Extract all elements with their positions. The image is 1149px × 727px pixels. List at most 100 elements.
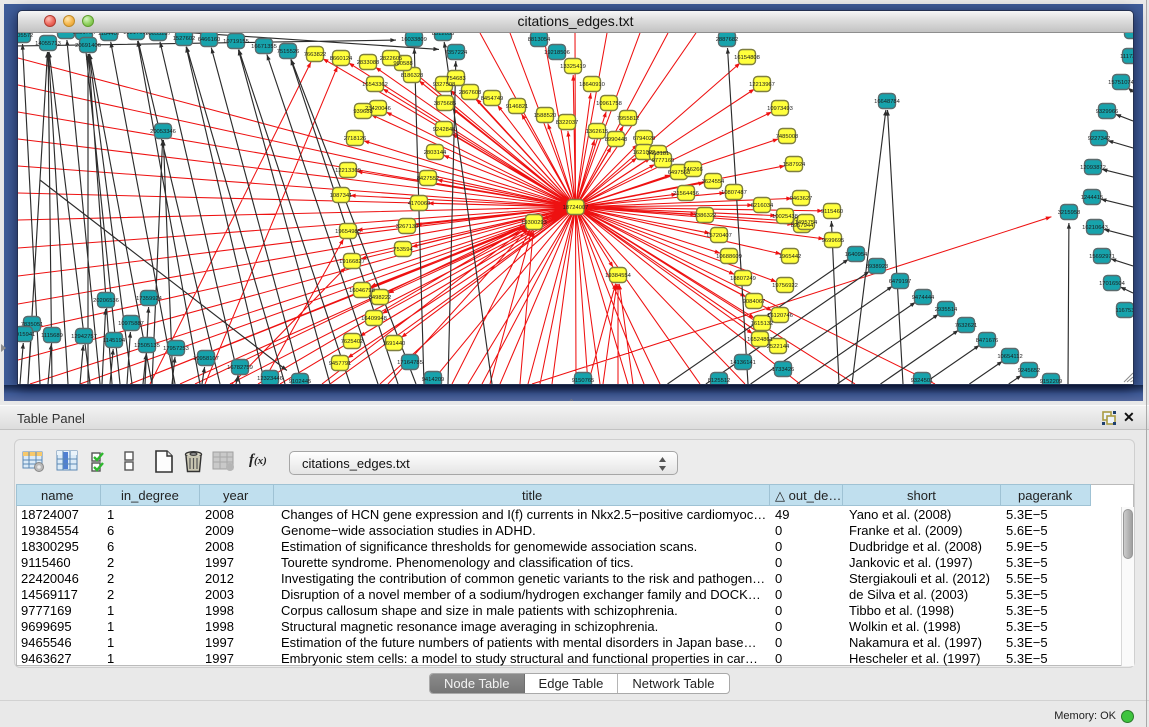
- svg-text:20691406: 20691406: [75, 43, 101, 49]
- svg-text:116753: 116753: [1116, 308, 1133, 314]
- svg-text:9115460: 9115460: [821, 209, 843, 215]
- svg-text:10654112: 10654112: [997, 354, 1022, 360]
- svg-text:1145194: 1145194: [103, 338, 126, 344]
- svg-text:6479197: 6479197: [889, 279, 912, 285]
- svg-text:10688609: 10688609: [716, 254, 742, 260]
- svg-text:3215958: 3215958: [1058, 210, 1081, 216]
- svg-text:16046798: 16046798: [349, 288, 375, 294]
- svg-text:14136141: 14136141: [730, 360, 756, 366]
- svg-text:21564456: 21564456: [673, 191, 699, 197]
- svg-text:1495754: 1495754: [795, 220, 818, 226]
- svg-text:14055713: 14055713: [35, 41, 61, 47]
- svg-text:9463627: 9463627: [790, 196, 813, 202]
- svg-text:7386322: 7386322: [694, 213, 717, 219]
- svg-text:1112004: 1112004: [1122, 33, 1133, 35]
- svg-text:1965442: 1965442: [779, 254, 802, 260]
- svg-text:8186328: 8186328: [401, 73, 424, 79]
- svg-text:12323446: 12323446: [257, 376, 283, 382]
- svg-text:2522144: 2522144: [767, 344, 790, 350]
- svg-text:9474444: 9474444: [912, 295, 935, 301]
- svg-text:12093872: 12093872: [1080, 165, 1106, 171]
- svg-text:1117382: 1117382: [1120, 54, 1133, 60]
- svg-text:7663822: 7663822: [304, 52, 327, 58]
- svg-text:9102445: 9102445: [289, 379, 312, 384]
- svg-text:12942757: 12942757: [71, 334, 97, 340]
- svg-text:16154808: 16154808: [734, 55, 760, 61]
- svg-text:16210643: 16210643: [1082, 225, 1108, 231]
- svg-text:8427552: 8427552: [417, 176, 440, 182]
- svg-text:9146821: 9146821: [506, 104, 529, 110]
- svg-text:3915941: 3915941: [18, 332, 35, 338]
- svg-text:2822605: 2822605: [380, 56, 403, 62]
- svg-text:18724007: 18724007: [563, 205, 589, 211]
- svg-text:1615132: 1615132: [751, 321, 774, 327]
- svg-text:8990448: 8990448: [605, 137, 628, 143]
- svg-text:1184407: 1184407: [98, 33, 120, 37]
- svg-text:9414209: 9414209: [422, 377, 445, 383]
- svg-text:7485008: 7485008: [776, 134, 799, 140]
- svg-text:6466160: 6466160: [198, 37, 221, 43]
- svg-text:16671355: 16671355: [251, 44, 277, 50]
- svg-text:1087341: 1087341: [330, 193, 353, 199]
- svg-text:10975887: 10975887: [118, 321, 144, 327]
- svg-text:9150765: 9150765: [572, 378, 595, 384]
- svg-text:16409948: 16409948: [361, 316, 387, 322]
- svg-text:6794028: 6794028: [633, 136, 656, 142]
- svg-text:20053346: 20053346: [150, 129, 176, 135]
- svg-text:9324501: 9324501: [911, 378, 934, 384]
- svg-text:12505135: 12505135: [134, 343, 160, 349]
- svg-text:17359924: 17359924: [136, 296, 163, 302]
- svg-text:15751074: 15751074: [1108, 80, 1133, 86]
- svg-text:7515526: 7515526: [277, 49, 300, 55]
- svg-text:8471676: 8471676: [976, 338, 999, 344]
- svg-text:10958107: 10958107: [193, 356, 219, 362]
- svg-text:1115689: 1115689: [41, 333, 63, 339]
- svg-text:1733426: 1733426: [772, 367, 795, 373]
- svg-text:8938923: 8938923: [866, 264, 889, 270]
- svg-text:9152209: 9152209: [1040, 379, 1063, 384]
- svg-text:7357224: 7357224: [445, 50, 468, 56]
- svg-text:17957253: 17957253: [163, 346, 189, 352]
- svg-text:19384554: 19384554: [605, 273, 632, 279]
- svg-text:16648784: 16648784: [874, 99, 901, 105]
- svg-text:8660124: 8660124: [330, 56, 353, 62]
- svg-text:2718126: 2718126: [344, 136, 367, 142]
- svg-text:10653287: 10653287: [145, 33, 171, 37]
- svg-text:7955812: 7955812: [617, 116, 640, 122]
- svg-text:9227342: 9227342: [1088, 136, 1111, 142]
- svg-text:2803144: 2803144: [424, 150, 447, 156]
- svg-text:17164785: 17164785: [397, 360, 423, 366]
- svg-text:20206536: 20206536: [93, 298, 119, 304]
- svg-text:9084067: 9084067: [743, 299, 766, 305]
- svg-text:15692971: 15692971: [1089, 254, 1115, 260]
- svg-text:8125512: 8125512: [708, 378, 731, 384]
- svg-text:9699695: 9699695: [822, 238, 845, 244]
- svg-text:16033809: 16033809: [401, 37, 427, 43]
- svg-text:3267130: 3267130: [396, 224, 419, 230]
- svg-text:1362615: 1362615: [586, 129, 609, 135]
- svg-text:1905572: 1905572: [18, 33, 33, 39]
- svg-text:1244415: 1244415: [1081, 195, 1104, 201]
- svg-text:10719155: 10719155: [223, 39, 249, 45]
- svg-text:19300293: 19300293: [521, 220, 547, 226]
- svg-text:2887682: 2887682: [716, 37, 739, 43]
- svg-text:17016504: 17016504: [1099, 281, 1126, 287]
- svg-text:2867608: 2867608: [459, 90, 482, 96]
- svg-text:13325419: 13325419: [560, 64, 586, 70]
- svg-text:9327508: 9327508: [433, 82, 456, 88]
- svg-text:8312055: 8312055: [432, 33, 455, 37]
- svg-text:1527602: 1527602: [173, 36, 196, 42]
- svg-text:12213369: 12213369: [335, 168, 361, 174]
- svg-text:8813054: 8813054: [528, 37, 551, 43]
- svg-text:16524861: 16524861: [747, 337, 773, 343]
- svg-text:9777169: 9777169: [652, 158, 675, 164]
- svg-text:10807487: 10807487: [721, 190, 747, 196]
- svg-text:18640910: 18640910: [579, 82, 605, 88]
- svg-text:3875685: 3875685: [434, 101, 457, 107]
- svg-text:9329966: 9329966: [1096, 109, 1119, 115]
- svg-text:1587924: 1587924: [783, 162, 806, 168]
- svg-text:7625402: 7625402: [341, 339, 364, 345]
- svg-text:3624554: 3624554: [702, 179, 725, 185]
- svg-text:2833088: 2833088: [357, 60, 380, 66]
- svg-text:746266: 746266: [683, 167, 702, 173]
